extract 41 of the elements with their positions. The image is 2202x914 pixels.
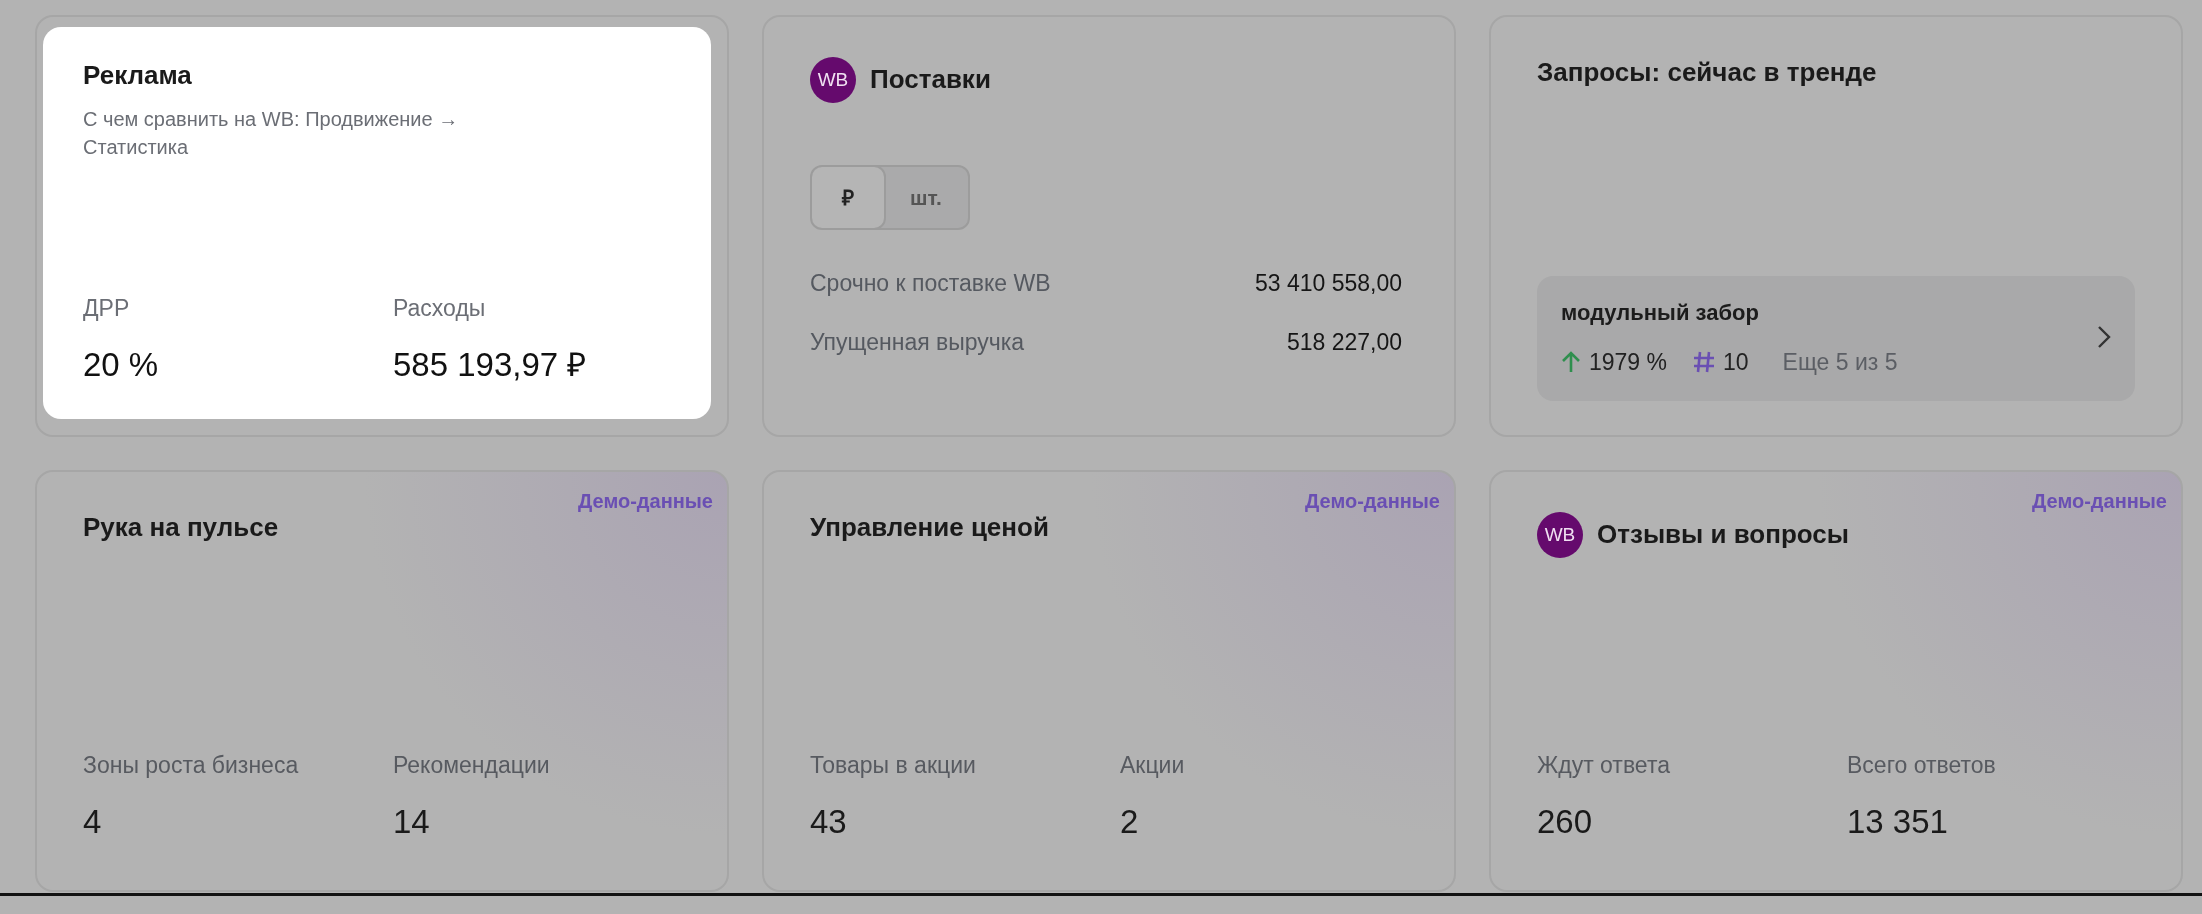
metric-label: Всего ответов [1847,751,1997,780]
metric-value: 14 [393,801,431,842]
up-arrow-icon [1561,350,1581,373]
card-title: Отзывы и вопросы [1597,519,1849,551]
trend-growth: 1979 % [1589,347,1667,377]
trend-item[interactable]: модульный забор 1979 % 10 Еще 5 из 5 [1537,275,2135,401]
metric-value: 4 [83,801,103,842]
row-value: 53 410 558,00 [1254,269,1402,298]
metric-value: 585 193,97 ₽ [393,344,588,385]
hash-icon [1693,350,1715,373]
card-title: Управление ценой [810,512,1049,544]
demo-data-label: Демо-данные [1305,489,1440,514]
logo-badge: WB [810,57,856,103]
metric-value: 260 [1537,801,1594,842]
card-subtitle: С чем сравнить на WB: Продвижение → Статистика [83,107,460,161]
metric-value: 43 [810,801,848,842]
demo-data-label: Демо-данные [2032,489,2167,514]
row-label: Упущенная выручка [810,327,1025,357]
metric-value: 13 351 [1847,801,1949,842]
metric-label: Рекомендации [393,751,551,780]
card-title: Запросы: сейчас в тренде [1537,57,1877,89]
demo-data-label: Демо-данные [578,489,713,514]
metric-label: Расходы [393,294,487,323]
metric-value: 20 % [83,344,160,385]
logo-badge: WB [1537,512,1583,558]
metric-label: Зоны роста бизнеса [83,751,300,780]
metric-label: Акции [1120,751,1186,780]
metric-label: ДРР [83,294,131,323]
card-title: Рука на пульсе [83,512,279,544]
card-title: Реклама [83,60,192,92]
more-queries: Еще 5 из 5 [1782,347,1898,377]
trend-rank: 10 [1723,347,1749,377]
metric-value: 2 [1120,801,1140,842]
trend-query: модульный забор [1561,298,1760,327]
row-value: 518 227,00 [1286,327,1402,357]
metric-label: Товары в акции [810,751,977,780]
row-label: Срочно к поставке WB [810,269,1051,298]
card-title: Поставки [870,64,991,96]
metric-label: Ждут ответа [1537,751,1671,780]
unit-option[interactable]: ₽ [812,167,886,228]
chevron-right-icon [2097,325,2111,350]
